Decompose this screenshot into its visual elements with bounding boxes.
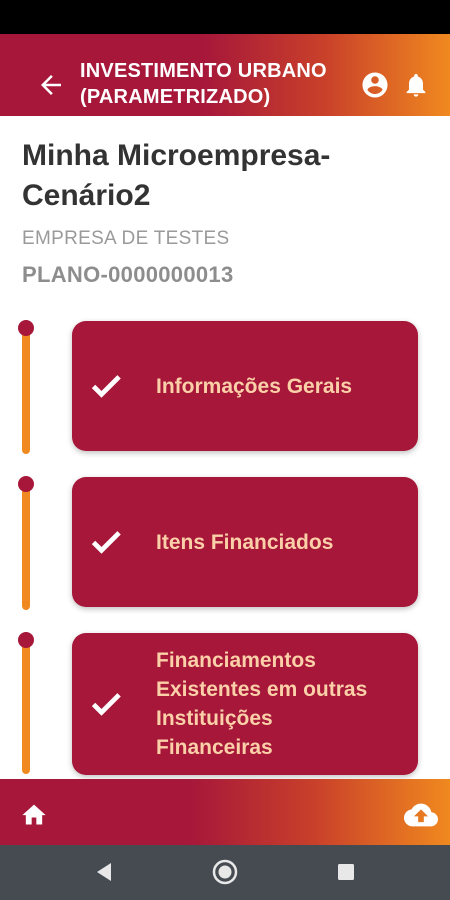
step-label-line: Financiamentos (156, 649, 316, 672)
account-circle-icon[interactable] (360, 70, 390, 100)
bell-icon[interactable] (402, 70, 430, 100)
step-label-line: Financeiras (156, 736, 273, 759)
nav-recents-icon[interactable] (336, 862, 356, 882)
page-title-line-1: INVESTIMENTO URBANO (80, 60, 327, 82)
timeline-dot (18, 320, 34, 336)
cloud-upload-icon[interactable] (404, 803, 438, 827)
step-label-line: Instituições (156, 707, 273, 730)
timeline-line (22, 640, 30, 774)
system-navigation-bar (0, 845, 450, 900)
plan-name-line-2: Cenário2 (22, 179, 151, 212)
nav-home-icon[interactable] (211, 858, 239, 886)
page-title-line-2: (PARAMETRIZADO) (80, 86, 271, 108)
plan-name: Minha Microempresa- Cenário2 (22, 136, 422, 216)
arrow-back-icon[interactable] (36, 70, 66, 100)
step-label: Informações Gerais (156, 374, 353, 398)
check-icon (91, 531, 121, 554)
step-card-financiamentos-existentes[interactable]: Financiamentos Existentes em outras Inst… (72, 633, 418, 775)
step-card-itens-financiados[interactable]: Itens Financiados (72, 477, 418, 607)
step-label: Financiamentos Existentes em outras Inst… (156, 633, 404, 775)
step-card-informacoes-gerais[interactable]: Informações Gerais (72, 321, 418, 451)
status-bar (0, 0, 450, 34)
check-icon (91, 693, 121, 716)
timeline-dot (18, 632, 34, 648)
plan-code: PLANO-0000000013 (22, 262, 234, 287)
bottom-bar (0, 779, 450, 845)
timeline-dot (18, 476, 34, 492)
timeline-line (22, 484, 30, 610)
nav-back-icon[interactable] (93, 860, 115, 884)
timeline-line (22, 328, 30, 454)
step-label-line: Existentes em outras (156, 678, 368, 701)
step-label: Itens Financiados (156, 530, 334, 554)
check-icon (91, 375, 121, 398)
page-title: INVESTIMENTO URBANO (PARAMETRIZADO) (80, 58, 350, 110)
app-bar: INVESTIMENTO URBANO (PARAMETRIZADO) (0, 34, 450, 116)
company-name: EMPRESA DE TESTES (22, 228, 230, 249)
home-icon[interactable] (20, 801, 48, 827)
plan-name-line-1: Minha Microempresa- (22, 139, 331, 172)
